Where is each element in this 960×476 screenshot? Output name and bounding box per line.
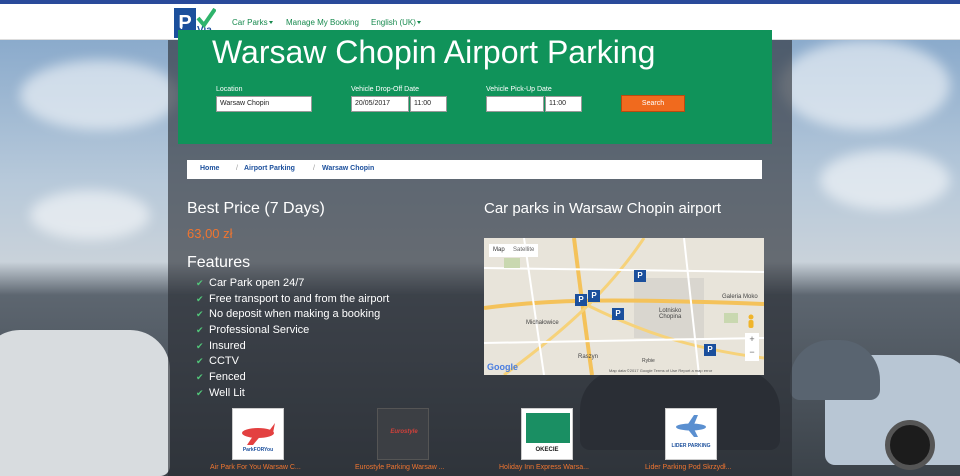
- location-input[interactable]: Warsaw Chopin: [216, 96, 312, 112]
- feature-label: Insured: [209, 339, 246, 352]
- feature-item: ✔ Professional Service: [196, 324, 389, 340]
- best-price-heading: Best Price (7 Days): [187, 200, 325, 217]
- feature-label: Free transport to and from the airport: [209, 292, 390, 305]
- feature-label: Car Park open 24/7: [209, 277, 305, 289]
- breadcrumb-current: Warsaw Chopin: [322, 165, 375, 172]
- partner-name-link[interactable]: Eurostyle Parking Warsaw ...: [355, 464, 445, 471]
- feature-label: Well Lit: [209, 386, 245, 399]
- location-label: Location: [216, 86, 243, 93]
- map-attribution[interactable]: Map data ©2017 Google Terms of Use Repor…: [609, 368, 712, 373]
- partner-logo-lider[interactable]: LIDER PARKING: [665, 408, 717, 460]
- map-place-label: Galeria Moko: [722, 294, 758, 300]
- nav-car-parks[interactable]: Car Parks: [232, 18, 273, 27]
- parking-marker-icon[interactable]: P: [704, 344, 716, 356]
- nav-language[interactable]: English (UK): [371, 18, 421, 27]
- pickup-time-input[interactable]: 11:00: [545, 96, 582, 112]
- map-place-label: Raszyn: [578, 354, 599, 360]
- map-roads: [484, 238, 764, 375]
- checkmark-icon: [196, 8, 216, 28]
- map-place-label: Michałowice: [526, 320, 559, 326]
- google-logo: Google: [487, 362, 518, 372]
- pickup-date-input[interactable]: [486, 96, 544, 112]
- partner-logo-holiday-inn[interactable]: OKECIE: [521, 408, 573, 460]
- feature-item: ✔ Car Park open 24/7: [196, 277, 389, 293]
- check-icon: ✔: [196, 356, 204, 367]
- map-place-label: Rybie: [642, 358, 655, 364]
- page-title: Warsaw Chopin Airport Parking: [212, 34, 656, 70]
- airplane-icon: [676, 415, 706, 437]
- pegman-icon[interactable]: [746, 314, 756, 328]
- zoom-controls: + −: [745, 333, 759, 361]
- partner-logo-text: LIDER PARKING: [671, 443, 711, 449]
- parking-marker-icon[interactable]: P: [612, 308, 624, 320]
- dropoff-label: Vehicle Drop-Off Date: [351, 86, 419, 93]
- breadcrumb-home[interactable]: Home: [200, 165, 219, 172]
- partner-logo-airpark[interactable]: ParkFORYou: [232, 408, 284, 460]
- dropoff-time-input[interactable]: 11:00: [410, 96, 447, 112]
- map-view-tab[interactable]: Map: [489, 244, 509, 257]
- holiday-inn-badge: [526, 413, 570, 443]
- dropoff-date-input[interactable]: 20/05/2017: [351, 96, 409, 112]
- partner-name-link[interactable]: Holiday Inn Express Warsa...: [499, 464, 589, 471]
- nav-manage-booking[interactable]: Manage My Booking: [286, 18, 359, 27]
- nav-car-parks-label: Car Parks: [232, 18, 268, 27]
- price-value: 63,00 zł: [187, 226, 233, 241]
- map-place-label: Lotnisko Chopina: [659, 308, 682, 320]
- parking-marker-icon[interactable]: P: [634, 270, 646, 282]
- partner-logo-text: OKECIE: [535, 447, 559, 453]
- zoom-in-button[interactable]: +: [745, 333, 759, 346]
- check-icon: ✔: [196, 325, 204, 336]
- search-button[interactable]: Search: [621, 95, 685, 112]
- breadcrumb-separator: /: [236, 165, 238, 172]
- check-icon: ✔: [196, 309, 204, 320]
- parking-marker-icon[interactable]: P: [575, 294, 587, 306]
- pickup-label: Vehicle Pick-Up Date: [486, 86, 552, 93]
- feature-label: No deposit when making a booking: [209, 308, 381, 321]
- nav-manage-booking-label: Manage My Booking: [286, 18, 359, 27]
- feature-label: Fenced: [209, 371, 246, 384]
- feature-item: ✔ CCTV: [196, 355, 389, 371]
- partner-name-link[interactable]: Lider Parking Pod Skrzydł...: [645, 464, 731, 471]
- breadcrumb: Home / Airport Parking / Warsaw Chopin: [187, 160, 762, 179]
- partner-logo-text: Eurostyle: [390, 429, 418, 435]
- check-icon: ✔: [196, 387, 204, 398]
- check-icon: ✔: [196, 278, 204, 288]
- zoom-out-button[interactable]: −: [745, 346, 759, 359]
- satellite-view-tab[interactable]: Satellite: [509, 244, 539, 257]
- check-icon: ✔: [196, 293, 204, 304]
- car-parks-map[interactable]: Map Satellite P P P P P Michałowice Rasz…: [484, 238, 764, 375]
- features-list: ✔ Car Park open 24/7 ✔ Free transport to a…: [196, 277, 389, 403]
- breadcrumb-airport-parking[interactable]: Airport Parking: [244, 165, 295, 172]
- partner-name-link[interactable]: Air Park For You Warsaw C...: [210, 464, 301, 471]
- chevron-down-icon: [268, 21, 273, 25]
- feature-item: ✔ Free transport to and from the airport: [196, 293, 389, 309]
- map-heading: Car parks in Warsaw Chopin airport: [484, 200, 722, 217]
- feature-label: CCTV: [209, 355, 239, 368]
- breadcrumb-separator: /: [313, 165, 315, 172]
- partner-logo-eurostyle[interactable]: Eurostyle: [377, 408, 429, 460]
- feature-item: ✔ Fenced: [196, 371, 389, 387]
- check-icon: ✔: [196, 372, 204, 383]
- feature-label: Professional Service: [209, 324, 310, 337]
- nav-language-label: English (UK): [371, 18, 416, 27]
- chevron-down-icon: [416, 21, 421, 25]
- check-icon: ✔: [196, 340, 204, 351]
- features-heading: Features: [187, 254, 251, 271]
- partner-logo-text: ParkFORYou: [242, 447, 274, 453]
- feature-item: ✔ Well Lit: [196, 387, 389, 403]
- feature-item: ✔ Insured: [196, 340, 389, 356]
- parking-marker-icon[interactable]: P: [588, 290, 600, 302]
- feature-item: ✔ No deposit when making a booking: [196, 308, 389, 324]
